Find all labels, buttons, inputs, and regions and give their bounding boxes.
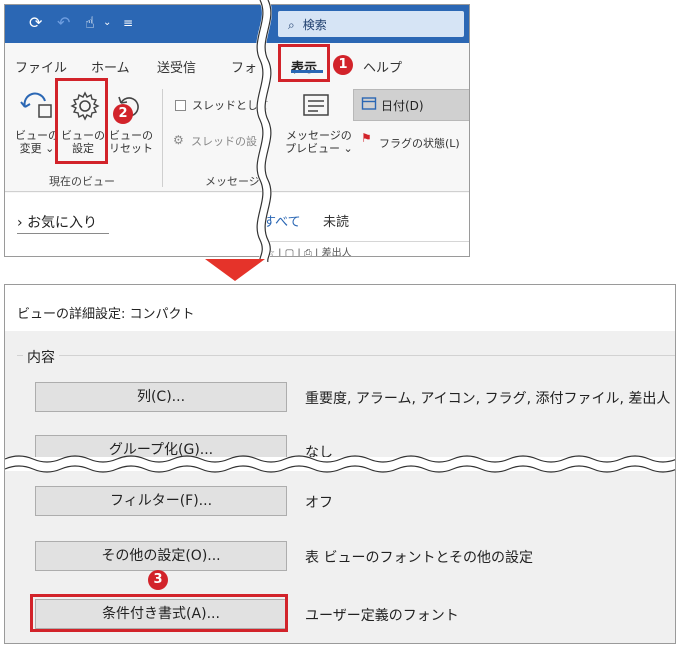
wavy-break-line-horizontal xyxy=(5,455,675,473)
dialog-title: ビューの詳細設定: コンパクト xyxy=(17,307,195,322)
columns-button[interactable]: 列(C)... xyxy=(35,382,287,412)
step-2-badge: 2 xyxy=(113,104,133,124)
customize-toolbar-icon[interactable]: ≡ xyxy=(123,14,133,32)
ribbon-tabs: ファイル ホーム 送受信 フォ 表示 ヘルプ xyxy=(5,43,469,77)
message-list-column-header: ☆ | ▢ | ⎙ | 差出人 xyxy=(260,241,469,256)
tab-file[interactable]: ファイル xyxy=(15,57,67,76)
flag-icon: ⚑ xyxy=(361,131,372,145)
search-label: 検索 xyxy=(302,18,327,32)
sync-icon[interactable]: ⟳ xyxy=(29,14,42,32)
callout-conditional-formatting xyxy=(30,594,288,632)
change-view-button[interactable]: ビューの 変更 ⌄ xyxy=(15,129,59,155)
column-from[interactable]: 差出人 xyxy=(322,248,352,256)
content-group-border xyxy=(17,355,675,356)
title-bar: ⟳ ↶ ☝ ⌄ ≡ ⌕ 検索 xyxy=(5,5,469,43)
undo-icon[interactable]: ↶ xyxy=(57,14,70,32)
wavy-break-line xyxy=(256,0,272,262)
message-preview-icon xyxy=(303,94,329,116)
tab-home[interactable]: ホーム xyxy=(91,57,130,76)
reset-view-button[interactable]: ビューの リセット xyxy=(109,129,153,155)
callout-view-tab xyxy=(278,44,330,82)
search-input[interactable]: ⌕ 検索 xyxy=(278,11,464,37)
calendar-icon xyxy=(361,97,377,110)
other-settings-description: 表 ビューのフォントとその他の設定 xyxy=(305,550,534,566)
content-group-label: 内容 xyxy=(23,347,59,367)
advanced-view-settings-dialog: ビューの詳細設定: コンパクト 内容 列(C)... 重要度, アラーム, アイ… xyxy=(4,284,676,644)
filter-unread[interactable]: 未読 xyxy=(323,211,349,230)
step-1-badge: 1 xyxy=(333,55,353,75)
group-divider xyxy=(162,89,163,187)
step-3-badge: 3 xyxy=(148,570,168,590)
columns-description: 重要度, アラーム, アイコン, フラグ, 添付ファイル, 差出人 xyxy=(305,391,671,407)
show-as-thread-checkbox[interactable] xyxy=(175,100,186,111)
down-arrow xyxy=(205,259,265,281)
tab-help[interactable]: ヘルプ xyxy=(363,57,402,76)
favorites-underline xyxy=(17,233,109,234)
filter-description: オフ xyxy=(305,495,333,511)
sort-by-flag-button[interactable]: フラグの状態(L) xyxy=(379,135,460,151)
search-icon: ⌕ xyxy=(288,18,295,32)
ribbon-bottom-border xyxy=(5,191,469,192)
message-preview-button[interactable]: メッセージの プレビュー ⌄ xyxy=(285,129,353,155)
conditional-formatting-description: ユーザー定義のフォント xyxy=(305,608,459,624)
callout-view-settings xyxy=(55,78,108,164)
touch-mode-icon[interactable]: ☝ xyxy=(85,14,95,32)
group-label-current-view: 現在のビュー xyxy=(49,175,115,188)
favorites-folder[interactable]: › お気に入り xyxy=(17,212,97,232)
other-settings-button[interactable]: その他の設定(O)... xyxy=(35,541,287,571)
tab-send-receive[interactable]: 送受信 xyxy=(157,57,196,76)
thread-settings-icon: ⚙ xyxy=(173,133,184,147)
chevron-down-icon[interactable]: ⌄ xyxy=(103,14,111,32)
sort-by-date-label: 日付(D) xyxy=(381,99,424,113)
filter-button[interactable]: フィルター(F)... xyxy=(35,486,287,516)
change-view-icon xyxy=(20,92,52,118)
